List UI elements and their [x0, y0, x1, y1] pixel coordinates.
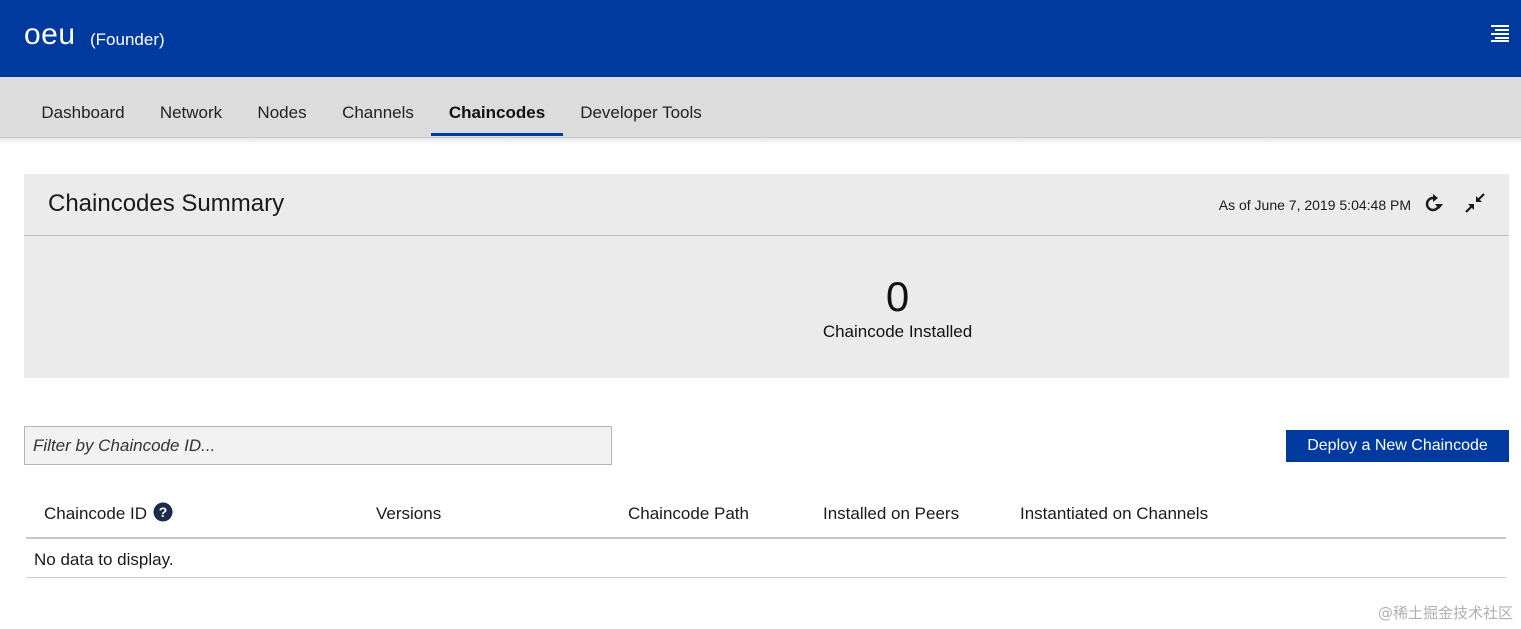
brand-name: oeu [24, 18, 76, 51]
chaincodes-summary-card: Chaincodes Summary As of June 7, 2019 5:… [24, 174, 1509, 378]
tab-developer-tools[interactable]: Developer Tools [569, 77, 713, 137]
tab-dashboard[interactable]: Dashboard [30, 77, 136, 137]
nav-shadow [0, 138, 1521, 144]
help-icon[interactable]: ? [153, 502, 173, 522]
refresh-icon[interactable] [1422, 193, 1444, 215]
column-instantiated-on-channels[interactable]: Instantiated on Channels [1020, 504, 1208, 524]
hamburger-menu-icon[interactable] [1491, 24, 1509, 42]
summary-header: Chaincodes Summary As of June 7, 2019 5:… [24, 174, 1509, 236]
chaincode-count-label: Chaincode Installed [822, 322, 973, 341]
watermark: @稀土掘金技术社区 [1377, 604, 1513, 622]
column-installed-on-peers[interactable]: Installed on Peers [823, 504, 959, 524]
empty-message: No data to display. [34, 550, 174, 569]
user-role: (Founder) [90, 30, 165, 49]
collapse-icon[interactable] [1464, 192, 1486, 214]
column-chaincode-id[interactable]: Chaincode ID [44, 504, 147, 524]
chaincode-filter-input[interactable] [24, 426, 612, 465]
tab-network[interactable]: Network [148, 77, 234, 137]
app-header: oeu (Founder) [0, 0, 1521, 77]
chaincode-count: 0 [885, 273, 910, 320]
summary-timestamp: As of June 7, 2019 5:04:48 PM [1218, 197, 1411, 213]
table-empty-row: No data to display. [26, 540, 1506, 578]
column-versions[interactable]: Versions [376, 504, 441, 524]
svg-text:?: ? [159, 504, 168, 520]
deploy-chaincode-button[interactable]: Deploy a New Chaincode [1286, 430, 1509, 462]
chaincodes-table-header: Chaincode ID ? Versions Chaincode Path I… [26, 490, 1506, 539]
column-chaincode-path[interactable]: Chaincode Path [628, 504, 749, 524]
tab-nodes[interactable]: Nodes [246, 77, 318, 137]
main-nav: Dashboard Network Nodes Channels Chainco… [0, 77, 1521, 138]
tab-chaincodes[interactable]: Chaincodes [431, 77, 563, 137]
summary-title: Chaincodes Summary [48, 190, 285, 217]
tab-channels[interactable]: Channels [331, 77, 425, 137]
